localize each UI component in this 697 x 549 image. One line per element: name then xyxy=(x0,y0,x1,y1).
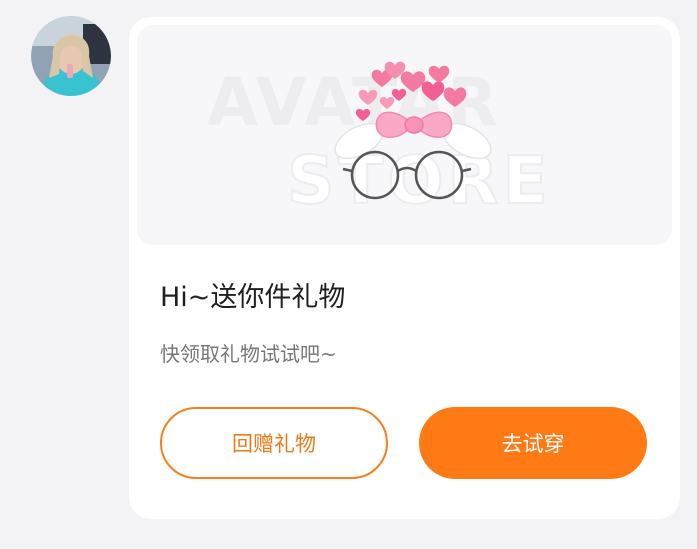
gift-banner: AVATAR STORE xyxy=(137,25,672,245)
return-gift-label: 回赠礼物 xyxy=(232,432,316,456)
gift-title: Hi~送你件礼物 xyxy=(160,282,346,313)
gift-item-illustration: AVATAR STORE xyxy=(207,61,552,220)
gift-subtitle: 快领取礼物试试吧~ xyxy=(160,342,337,366)
avatar-image xyxy=(31,16,111,96)
try-on-button[interactable]: 去试穿 xyxy=(419,407,647,479)
return-gift-button[interactable]: 回赠礼物 xyxy=(160,407,388,479)
try-on-label: 去试穿 xyxy=(501,432,565,456)
chat-page: AVATAR STORE Hi~送你件礼物 快领取礼物试试吧~ 回赠礼物 去试穿 xyxy=(0,0,697,549)
sender-avatar[interactable] xyxy=(31,16,111,96)
gift-card: AVATAR STORE Hi~送你件礼物 快领取礼物试试吧~ 回赠礼物 去试穿 xyxy=(129,17,680,519)
watermark-store: STORE xyxy=(287,142,552,219)
